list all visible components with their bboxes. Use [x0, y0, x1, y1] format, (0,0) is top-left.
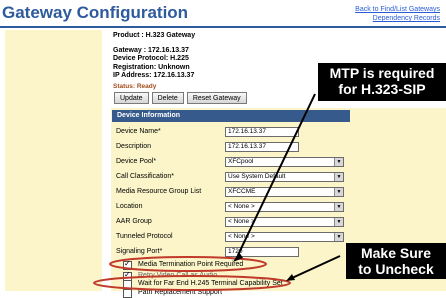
uncheck-callout-arrow	[291, 255, 341, 279]
uncheck-callout-line1: Make Sure	[360, 245, 432, 261]
wait-h245-highlight-ellipse	[93, 275, 291, 291]
mtp-callout-line1: MTP is required	[329, 65, 435, 81]
uncheck-callout: Make Sure to Uncheck	[346, 243, 446, 279]
uncheck-callout-line2: to Uncheck	[358, 261, 434, 277]
mtp-callout: MTP is required for H.323-SIP	[318, 63, 446, 101]
uncheck-arrowhead	[286, 274, 295, 281]
mtp-callout-arrow	[237, 93, 316, 256]
mtp-highlight-ellipse	[109, 256, 267, 272]
mtp-callout-line2: for H.323-SIP	[338, 81, 426, 97]
